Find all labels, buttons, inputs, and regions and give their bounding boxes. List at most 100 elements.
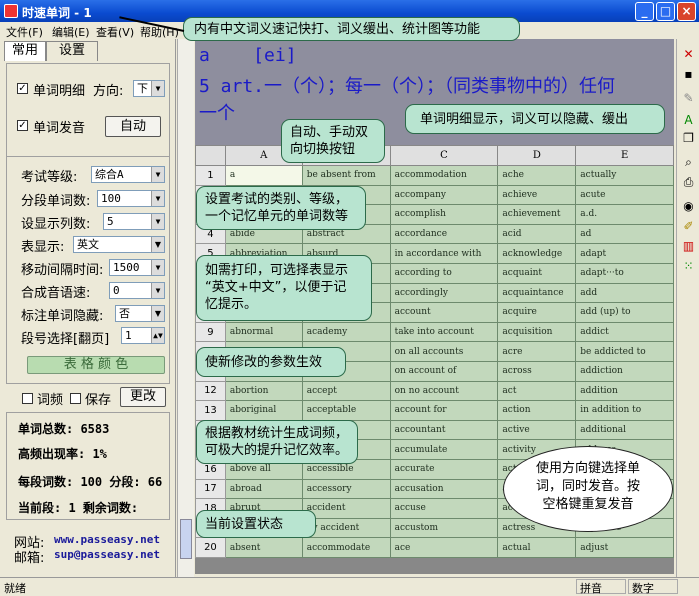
tool-icon[interactable]: ✎ xyxy=(681,91,696,106)
word-cell[interactable]: acquisition xyxy=(497,321,577,343)
tab-settings[interactable]: 设置 xyxy=(46,41,98,61)
word-cell[interactable]: absent xyxy=(224,537,303,558)
word-cell[interactable]: take into account xyxy=(389,321,499,343)
word-cell[interactable]: on no account xyxy=(389,380,499,402)
word-cell[interactable]: addict xyxy=(575,321,674,343)
word-cell[interactable]: acquaint xyxy=(497,262,577,284)
site-link[interactable]: www.passeasy.net xyxy=(54,533,160,546)
copy-icon[interactable]: ❐ xyxy=(681,131,696,146)
font-icon[interactable]: A xyxy=(681,113,696,128)
column-header[interactable]: D xyxy=(497,145,577,166)
exam-level-select[interactable]: 综合A ▼ xyxy=(91,166,165,183)
columns-select[interactable]: 5 ▼ xyxy=(103,213,165,230)
freq-checkbox[interactable] xyxy=(22,393,33,404)
word-cell[interactable]: acute xyxy=(575,184,674,206)
left-scrollbar[interactable] xyxy=(177,39,194,577)
word-cell[interactable]: act xyxy=(497,380,577,402)
menu-view[interactable]: 查看(V) xyxy=(96,24,134,40)
word-cell[interactable]: active xyxy=(497,419,577,441)
direction-select[interactable]: 下 ▼ xyxy=(133,80,165,97)
hide-words-select[interactable]: 否 ▼ xyxy=(115,305,165,322)
word-cell[interactable]: adjust xyxy=(575,537,674,558)
pronounce-checkbox[interactable]: ✓ xyxy=(17,120,28,131)
word-cell[interactable]: ad xyxy=(575,223,674,245)
save-icon[interactable]: ▪ xyxy=(681,67,696,82)
word-cell[interactable]: acceptable xyxy=(301,400,391,421)
word-cell[interactable]: adapt xyxy=(575,243,674,264)
maximize-button[interactable]: □ xyxy=(656,2,675,21)
word-cell[interactable]: actually xyxy=(575,165,674,186)
auto-toggle-button[interactable]: 自动 xyxy=(105,116,161,137)
word-cell[interactable]: addition xyxy=(575,380,674,402)
word-cell[interactable]: acre xyxy=(497,341,577,362)
word-cell[interactable]: action xyxy=(497,400,577,421)
word-cell[interactable]: accompany xyxy=(389,184,499,206)
table-color-button[interactable]: 表 格 颜 色 xyxy=(27,356,165,374)
page-stepper[interactable]: 1 ▲▼ xyxy=(121,327,165,344)
word-cell[interactable]: ace xyxy=(389,537,499,558)
minimize-button[interactable]: _ xyxy=(635,2,654,21)
word-cell[interactable]: acknowledge xyxy=(497,243,577,264)
word-cell[interactable]: accountant xyxy=(389,419,499,441)
speaker-icon[interactable]: ◉ xyxy=(681,199,696,214)
word-cell[interactable]: across xyxy=(497,360,577,382)
word-cell[interactable]: acquaintance xyxy=(497,282,577,304)
word-cell[interactable]: accumulate xyxy=(389,439,499,460)
scroll-thumb[interactable] xyxy=(180,519,192,559)
word-cell[interactable]: addiction xyxy=(575,360,674,382)
word-cell[interactable]: accessory xyxy=(301,478,391,500)
word-cell[interactable]: actual xyxy=(497,537,577,558)
words-per-segment-select[interactable]: 100 ▼ xyxy=(97,190,165,207)
close-button[interactable]: × xyxy=(677,2,696,21)
word-cell[interactable]: accommodation xyxy=(389,165,499,186)
speech-rate-select[interactable]: 0 ▼ xyxy=(109,282,165,299)
find-icon[interactable]: ⌕ xyxy=(681,155,696,170)
table-display-select[interactable]: 英文 ▼ xyxy=(73,236,165,253)
word-cell[interactable]: according to xyxy=(389,262,499,284)
word-cell[interactable]: abnormal xyxy=(224,321,303,343)
word-cell[interactable]: acid xyxy=(497,223,577,245)
word-cell[interactable]: accusation xyxy=(389,478,499,500)
save-checkbox[interactable] xyxy=(70,393,81,404)
word-cell[interactable]: accept xyxy=(301,380,391,402)
word-cell[interactable]: adapt···to xyxy=(575,262,674,284)
word-cell[interactable]: add xyxy=(575,282,674,304)
word-cell[interactable]: in accordance with xyxy=(389,243,499,264)
detail-checkbox[interactable]: ✓ xyxy=(17,83,28,94)
word-cell[interactable]: account xyxy=(389,302,499,323)
word-cell[interactable]: accordingly xyxy=(389,282,499,304)
chart-icon[interactable]: ▥ xyxy=(681,239,696,254)
word-cell[interactable]: be addicted to xyxy=(575,341,674,362)
column-header[interactable]: C xyxy=(389,145,499,166)
word-cell[interactable]: add (up) to xyxy=(575,302,674,323)
word-cell[interactable]: accommodate xyxy=(301,537,391,558)
word-cell[interactable]: a xyxy=(224,165,303,186)
word-cell[interactable]: be absent from xyxy=(301,165,391,186)
close-doc-icon[interactable]: ✕ xyxy=(681,47,696,62)
move-interval-select[interactable]: 1500 ▼ xyxy=(109,259,165,276)
word-cell[interactable]: additional xyxy=(575,419,674,441)
word-cell[interactable]: accordance xyxy=(389,223,499,245)
word-cell[interactable]: in addition to xyxy=(575,400,674,421)
word-cell[interactable]: a.d. xyxy=(575,204,674,225)
column-header[interactable]: E xyxy=(575,145,674,166)
grid-corner[interactable] xyxy=(195,145,226,166)
menu-edit[interactable]: 编辑(E) xyxy=(52,24,90,40)
word-cell[interactable]: academy xyxy=(301,321,391,343)
word-cell[interactable]: achievement xyxy=(497,204,577,225)
word-cell[interactable]: aboriginal xyxy=(224,400,303,421)
word-cell[interactable]: accomplish xyxy=(389,204,499,225)
pen-icon[interactable]: ✐ xyxy=(681,219,696,234)
word-cell[interactable]: abroad xyxy=(224,478,303,500)
word-cell[interactable]: account for xyxy=(389,400,499,421)
change-button[interactable]: 更改 xyxy=(120,387,166,407)
print-icon[interactable]: ⎙ xyxy=(681,175,696,190)
menu-file[interactable]: 文件(F) xyxy=(6,24,43,40)
word-cell[interactable]: achieve xyxy=(497,184,577,206)
word-cell[interactable]: accuse xyxy=(389,498,499,519)
word-cell[interactable]: accurate xyxy=(389,458,499,480)
tab-common[interactable]: 常用 xyxy=(4,41,46,61)
word-cell[interactable]: accustom xyxy=(389,517,499,539)
word-cell[interactable]: on all accounts xyxy=(389,341,499,362)
word-cell[interactable]: ache xyxy=(497,165,577,186)
